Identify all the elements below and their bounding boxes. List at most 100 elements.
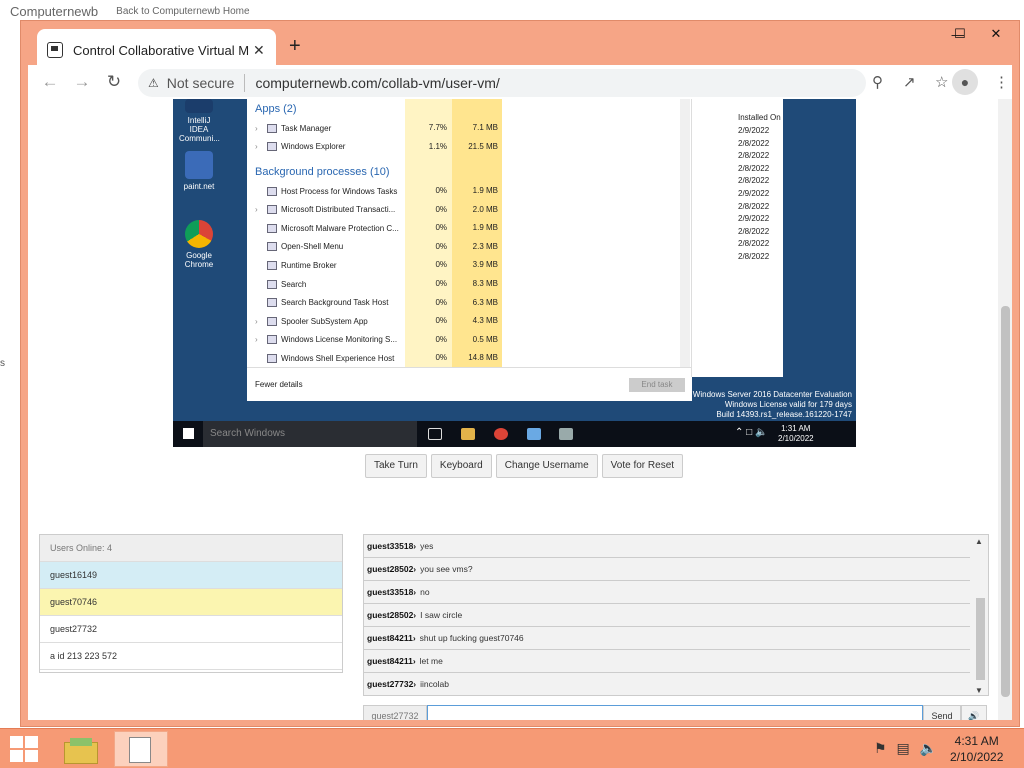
process-icon bbox=[267, 142, 277, 151]
end-task-button[interactable]: End task bbox=[629, 378, 685, 392]
desktop-icon-intellij[interactable]: IntelliJ IDEA Communi... bbox=[179, 99, 220, 143]
vm-controls: Take Turn Keyboard Change Username Vote … bbox=[365, 454, 684, 478]
chat-message-user[interactable]: guest28502› bbox=[367, 564, 416, 574]
vote-reset-button[interactable]: Vote for Reset bbox=[601, 454, 684, 478]
task-view-icon[interactable] bbox=[428, 428, 442, 440]
send-button[interactable]: Send bbox=[923, 705, 961, 720]
expand-chevron-icon[interactable]: › bbox=[255, 205, 258, 214]
chat-scrollbar[interactable]: ▲ ▼ bbox=[972, 535, 988, 695]
process-row[interactable]: Search Background Task Host 0% 6.3 MB bbox=[247, 293, 680, 312]
process-row[interactable]: Runtime Broker 0% 3.9 MB bbox=[247, 256, 680, 275]
back-home-link[interactable]: Back to Computernewb Home bbox=[116, 6, 249, 17]
host-tray-icons[interactable]: ⚑▤🔈 bbox=[874, 740, 947, 757]
close-window-button[interactable]: ✕ bbox=[979, 21, 1013, 47]
chat-message-user[interactable]: guest84211› bbox=[367, 656, 416, 666]
task-manager-taskbar-icon[interactable] bbox=[559, 428, 573, 440]
profile-avatar-icon[interactable]: ● bbox=[952, 69, 978, 95]
chat-message-input[interactable] bbox=[427, 705, 923, 720]
file-explorer-taskbar-icon[interactable] bbox=[62, 734, 100, 766]
keyboard-button[interactable]: Keyboard bbox=[430, 454, 492, 478]
chat-message-text: yes bbox=[420, 541, 434, 551]
installed-date: 2/8/2022 bbox=[738, 252, 770, 261]
maximize-button[interactable]: ☐ bbox=[943, 21, 977, 47]
zoom-icon[interactable]: ⚲ bbox=[872, 73, 883, 91]
share-icon[interactable]: ↗ bbox=[903, 73, 916, 91]
reload-button[interactable]: ↻ bbox=[98, 72, 130, 92]
take-turn-button[interactable]: Take Turn bbox=[365, 454, 427, 478]
url-text[interactable]: computernewb.com/collab-vm/user-vm/ bbox=[255, 75, 499, 91]
vm-tray-icons[interactable]: ⌃ □ 🔈 bbox=[735, 427, 767, 438]
menu-dots-icon[interactable]: ⋮ bbox=[994, 73, 1009, 91]
installed-date: 2/9/2022 bbox=[738, 126, 770, 135]
process-name: Task Manager bbox=[281, 123, 332, 133]
installed-date: 2/8/2022 bbox=[738, 176, 770, 186]
chat-scroll-thumb[interactable] bbox=[976, 598, 985, 680]
user-list-item[interactable]: a id 213 223 572 bbox=[40, 643, 342, 670]
forward-button[interactable]: → bbox=[66, 72, 98, 92]
scroll-up-icon[interactable]: ▲ bbox=[975, 537, 983, 546]
close-tab-icon[interactable]: ✕ bbox=[253, 42, 265, 59]
desktop-icon-chrome[interactable]: Google Chrome bbox=[179, 220, 219, 269]
page-content: IntelliJ IDEA Communi... paint.net Googl… bbox=[28, 99, 1012, 720]
user-list-item[interactable]: guest70746 bbox=[40, 589, 342, 616]
process-row[interactable]: › Microsoft Distributed Transacti... 0% 2.0… bbox=[247, 200, 680, 219]
chat-message-text: let me bbox=[419, 656, 443, 666]
bookmark-star-icon[interactable]: ☆ bbox=[935, 73, 948, 91]
process-memory: 7.1 MB bbox=[452, 119, 502, 137]
change-username-button[interactable]: Change Username bbox=[495, 454, 598, 478]
brand-link[interactable]: Computernewb bbox=[10, 4, 98, 19]
chat-message-user[interactable]: guest33518› bbox=[367, 587, 416, 597]
app-taskbar-icon[interactable] bbox=[527, 428, 541, 440]
speaker-icon[interactable]: 🔊 bbox=[961, 705, 987, 720]
process-name: Microsoft Malware Protection C... bbox=[281, 223, 399, 233]
watermark-line: Build 14393.rs1_release.161220-1747 bbox=[716, 410, 852, 419]
fewer-details-button[interactable]: Fewer details bbox=[255, 380, 303, 389]
process-row[interactable]: Open-Shell Menu 0% 2.3 MB bbox=[247, 237, 680, 256]
expand-chevron-icon[interactable]: › bbox=[255, 317, 258, 326]
process-row[interactable]: Search 0% 8.3 MB bbox=[247, 275, 680, 293]
expand-chevron-icon[interactable]: › bbox=[255, 335, 258, 344]
vm-start-icon[interactable] bbox=[183, 428, 194, 439]
scroll-down-icon[interactable]: ▼ bbox=[975, 686, 983, 695]
user-list-item[interactable]: guest27732 bbox=[40, 616, 342, 643]
warning-icon[interactable]: ⚠ bbox=[148, 76, 159, 90]
vm-display[interactable]: IntelliJ IDEA Communi... paint.net Googl… bbox=[173, 99, 856, 447]
process-icon bbox=[267, 223, 277, 233]
process-icon bbox=[267, 279, 277, 289]
chat-message-user[interactable]: guest33518› bbox=[367, 541, 416, 551]
windows-start-icon[interactable] bbox=[10, 736, 38, 762]
intellij-icon bbox=[185, 99, 213, 113]
chrome-taskbar-icon[interactable] bbox=[494, 428, 508, 440]
page-scroll-thumb[interactable] bbox=[1001, 306, 1010, 697]
security-status[interactable]: Not secure bbox=[167, 75, 235, 91]
desktop-icon-paint[interactable]: paint.net bbox=[179, 151, 219, 191]
process-row[interactable]: Host Process for Windows Tasks 0% 1.9 MB bbox=[247, 182, 680, 200]
user-list-item[interactable]: guest16149 bbox=[40, 562, 342, 589]
host-clock[interactable]: 4:31 AM 2/10/2022 bbox=[950, 733, 1003, 765]
chat-message-user[interactable]: guest84211› bbox=[367, 633, 416, 643]
process-row[interactable]: › Windows Explorer 1.1% 21.5 MB bbox=[247, 137, 680, 156]
process-row[interactable]: Microsoft Malware Protection C... 0% 1.9 M… bbox=[247, 219, 680, 238]
process-row[interactable]: › Task Manager 7.7% 7.1 MB bbox=[247, 119, 680, 137]
process-row[interactable]: Windows Shell Experience Host 0% 14.8 MB bbox=[247, 349, 680, 368]
process-cpu: 0% bbox=[405, 219, 452, 238]
process-name: Search bbox=[281, 279, 307, 289]
task-manager-scrollbar[interactable] bbox=[680, 99, 690, 367]
process-memory: 0.5 MB bbox=[452, 330, 502, 349]
chat-message-user[interactable]: guest28502› bbox=[367, 610, 416, 620]
process-row[interactable]: › Windows License Monitoring S... 0% 0.5 MB bbox=[247, 330, 680, 349]
notepad-taskbar-icon[interactable] bbox=[114, 731, 168, 767]
file-explorer-icon[interactable] bbox=[461, 428, 475, 440]
chat-message-user[interactable]: guest27732› bbox=[367, 679, 416, 689]
expand-chevron-icon[interactable]: › bbox=[255, 124, 258, 133]
back-button[interactable]: ← bbox=[34, 72, 66, 92]
expand-chevron-icon[interactable]: › bbox=[255, 142, 258, 151]
new-tab-button[interactable]: + bbox=[289, 35, 301, 58]
users-online-panel: Users Online: 4 guest16149 guest70746 gues… bbox=[39, 534, 343, 673]
process-row[interactable]: › Spooler SubSystem App 0% 4.3 MB bbox=[247, 312, 680, 331]
chrome-icon bbox=[185, 220, 213, 248]
process-memory: 2.3 MB bbox=[452, 237, 502, 256]
vm-search-box[interactable]: Search Windows bbox=[203, 421, 417, 447]
omnibox[interactable]: ⚠ Not secure computernewb.com/collab-vm/… bbox=[138, 69, 866, 97]
page-scrollbar[interactable] bbox=[998, 99, 1012, 720]
